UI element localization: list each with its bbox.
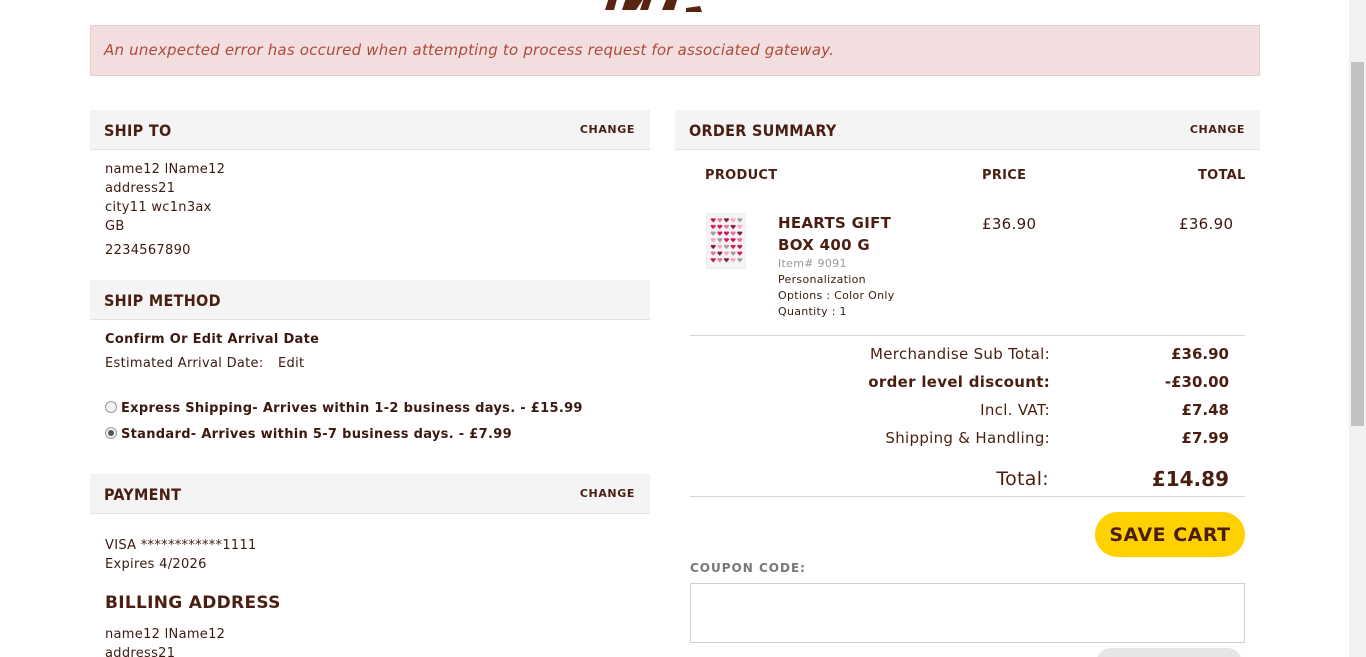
ship-to-address: address21 [105, 181, 176, 196]
shipping-label: Shipping & Handling: [885, 429, 1050, 447]
order-summary-header: ORDER SUMMARY CHANGE [675, 110, 1260, 150]
billing-address-title: BILLING ADDRESS [105, 593, 281, 613]
brand-logo-fragment [605, 0, 702, 12]
discount-value: -£30.00 [1164, 373, 1229, 391]
estimated-arrival-label: Estimated Arrival Date: [105, 356, 264, 371]
column-price: PRICE [982, 168, 1027, 183]
express-shipping-label[interactable]: Express Shipping- Arrives within 1-2 bus… [121, 401, 583, 416]
grand-total-value: £14.89 [1151, 467, 1229, 491]
order-summary-title: ORDER SUMMARY [689, 121, 837, 140]
ship-to-phone: 2234567890 [105, 243, 191, 258]
page-scrollbar-thumb[interactable] [1351, 62, 1364, 426]
payment-change-link[interactable]: CHANGE [580, 487, 635, 500]
express-shipping-radio[interactable] [105, 401, 117, 413]
order-summary-change-link[interactable]: CHANGE [1190, 123, 1245, 136]
column-product: PRODUCT [705, 168, 778, 183]
billing-name: name12 lName12 [105, 627, 226, 642]
billing-address: address21 [105, 646, 176, 657]
vat-label: Incl. VAT: [980, 401, 1050, 419]
payment-header: PAYMENT CHANGE [90, 474, 650, 514]
product-name-line1[interactable]: HEARTS GIFT [778, 214, 891, 232]
error-message-banner: An unexpected error has occured when att… [90, 25, 1260, 76]
coupon-code-input[interactable] [690, 583, 1245, 643]
product-options: Options : Color Only [778, 289, 895, 302]
standard-shipping-radio[interactable] [105, 427, 117, 439]
shipping-value: £7.99 [1181, 429, 1229, 447]
subtotal-value: £36.90 [1171, 345, 1229, 363]
grand-total-label: Total: [996, 468, 1049, 490]
standard-shipping-label[interactable]: Standard- Arrives within 5-7 business da… [121, 427, 512, 442]
ship-method-header: SHIP METHOD [90, 280, 650, 320]
vat-value: £7.48 [1181, 401, 1229, 419]
product-price: £36.90 [982, 215, 1037, 233]
product-item-number: Item# 9091 [778, 257, 847, 270]
payment-expires: Expires 4/2026 [105, 557, 207, 572]
apply-coupon-button[interactable] [1096, 648, 1242, 657]
subtotal-label: Merchandise Sub Total: [870, 345, 1050, 363]
summary-divider [690, 335, 1245, 336]
column-total: TOTAL [1198, 168, 1246, 183]
confirm-arrival-label: Confirm Or Edit Arrival Date [105, 332, 320, 347]
error-message-text: An unexpected error has occured when att… [104, 41, 835, 59]
payment-title: PAYMENT [104, 485, 182, 504]
edit-arrival-link[interactable]: Edit [278, 356, 304, 371]
ship-to-city: city11 wc1n3ax [105, 200, 212, 215]
total-divider [690, 496, 1245, 497]
coupon-code-label: COUPON CODE: [690, 561, 806, 575]
payment-card: VISA ************1111 [105, 538, 257, 553]
product-name-line2[interactable]: BOX 400 G [778, 236, 870, 254]
product-total: £36.90 [1179, 215, 1234, 233]
discount-label: order level discount: [868, 373, 1050, 391]
ship-method-title: SHIP METHOD [104, 291, 221, 310]
product-quantity: Quantity : 1 [778, 305, 847, 318]
ship-to-header: SHIP TO CHANGE [90, 110, 650, 150]
product-personalization: Personalization [778, 273, 866, 286]
ship-to-title: SHIP TO [104, 121, 172, 140]
save-cart-button[interactable]: SAVE CART [1095, 512, 1245, 557]
ship-to-country: GB [105, 219, 125, 234]
ship-to-change-link[interactable]: CHANGE [580, 123, 635, 136]
ship-to-name: name12 lName12 [105, 162, 226, 177]
hearts-gift-box-image [706, 213, 746, 269]
